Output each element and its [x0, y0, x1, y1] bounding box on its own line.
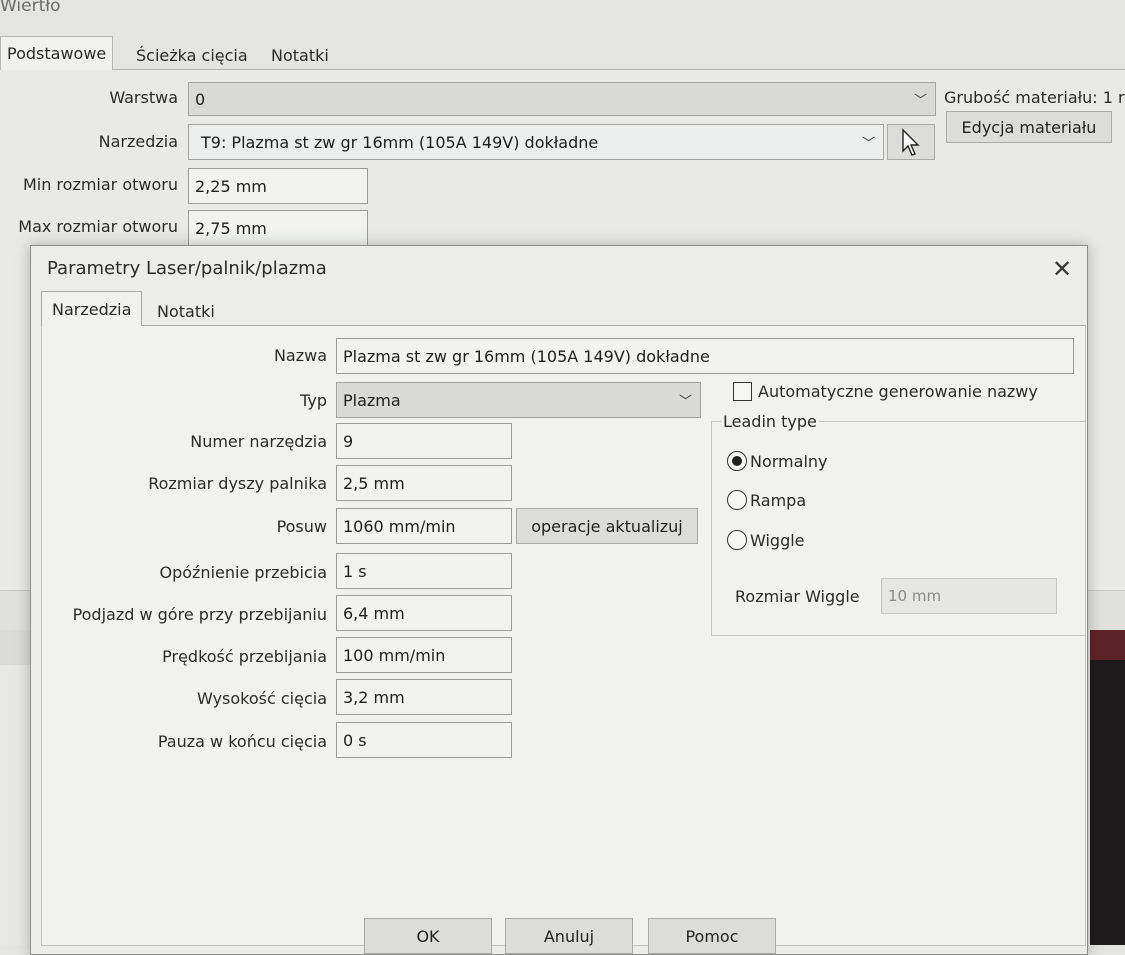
- podjazd-label: Podjazd w góre przy przebijaniu: [72, 605, 327, 624]
- radio-wiggle[interactable]: Wiggle: [727, 530, 805, 550]
- predkosc-input[interactable]: 100 mm/min: [336, 637, 512, 673]
- wysokosc-input[interactable]: 3,2 mm: [336, 679, 512, 715]
- tab-notatki[interactable]: Notatki: [265, 40, 335, 70]
- background-dark-area: [1090, 630, 1125, 945]
- nazwa-label: Nazwa: [273, 346, 327, 365]
- rozmiar-wiggle-input: 10 mm: [881, 578, 1057, 614]
- wysokosc-label: Wysokość cięcia: [197, 689, 327, 708]
- numer-label: Numer narzędzia: [190, 432, 327, 451]
- radio-selected-icon[interactable]: [727, 451, 747, 471]
- nazwa-input[interactable]: Plazma st zw gr 16mm (105A 149V) dokładn…: [336, 338, 1074, 374]
- radio-normalny-label: Normalny: [750, 451, 828, 471]
- pauza-input[interactable]: 0 s: [336, 722, 512, 758]
- radio-rampa-label: Rampa: [750, 490, 807, 510]
- radio-wiggle-label: Wiggle: [750, 530, 805, 550]
- dialog-title: Parametry Laser/palnik/plazma: [47, 258, 327, 279]
- background-dark-red-strip: [1090, 630, 1125, 660]
- radio-rampa[interactable]: Rampa: [727, 490, 806, 510]
- radio-normalny[interactable]: Normalny: [727, 451, 828, 471]
- grubosc-label: Grubość materiału: 1 r: [944, 88, 1125, 107]
- checkbox-box[interactable]: [733, 382, 752, 401]
- dialog-body: [41, 326, 1086, 946]
- posuw-input[interactable]: 1060 mm/min: [336, 508, 512, 544]
- posuw-label: Posuw: [276, 517, 327, 536]
- radio-unselected-icon[interactable]: [727, 490, 747, 510]
- rozmiar-wiggle-label: Rozmiar Wiggle: [735, 587, 860, 606]
- chevron-down-icon: ﹀: [861, 136, 875, 152]
- ok-button[interactable]: OK: [364, 918, 492, 954]
- typ-value: Plazma: [343, 390, 401, 410]
- edycja-materialu-button[interactable]: Edycja materiału: [946, 111, 1112, 143]
- auto-name-checkbox[interactable]: Automatyczne generowanie nazwy: [733, 382, 1038, 401]
- tab-narzedzia[interactable]: Narzedzia: [41, 291, 143, 327]
- numer-input[interactable]: 9: [336, 423, 512, 459]
- predkosc-label: Prędkość przebijania: [162, 647, 327, 666]
- warstwa-label: Warstwa: [109, 88, 178, 107]
- help-button[interactable]: Pomoc: [648, 918, 776, 954]
- close-icon[interactable]: ✕: [1049, 255, 1075, 283]
- auto-name-label: Automatyczne generowanie nazwy: [758, 382, 1038, 401]
- opoznienie-label: Opóźnienie przebicia: [159, 563, 327, 582]
- chevron-down-icon: ﹀: [913, 93, 927, 109]
- podjazd-input[interactable]: 6,4 mm: [336, 595, 512, 631]
- tab-podstawowe[interactable]: Podstawowe: [0, 36, 114, 70]
- warstwa-value: 0: [195, 89, 206, 109]
- tool-browse-button[interactable]: [887, 124, 935, 160]
- narzedzia-label: Narzedzia: [98, 132, 178, 151]
- cancel-button[interactable]: Anuluj: [505, 918, 633, 954]
- mouse-pointer-icon: [902, 128, 920, 156]
- opoznienie-input[interactable]: 1 s: [336, 553, 512, 589]
- operacje-aktualizuj-button[interactable]: operacje aktualizuj: [516, 508, 698, 544]
- tab-sciezka-ciecia[interactable]: Ścieżka cięcia: [130, 40, 254, 70]
- typ-label: Typ: [300, 391, 327, 410]
- warstwa-dropdown[interactable]: 0 ﹀: [188, 82, 936, 116]
- pauza-label: Pauza w końcu cięcia: [157, 732, 327, 751]
- window-title: Wiertło: [0, 0, 61, 16]
- leadin-title: Leadin type: [721, 412, 819, 431]
- parametry-dialog: Parametry Laser/palnik/plazma ✕ Narzedzi…: [30, 245, 1088, 955]
- min-rozmiar-input[interactable]: 2,25 mm: [188, 168, 368, 204]
- narzedzia-dropdown[interactable]: T9: Plazma st zw gr 16mm (105A 149V) dok…: [188, 124, 884, 160]
- narzedzia-value: T9: Plazma st zw gr 16mm (105A 149V) dok…: [201, 132, 599, 152]
- max-rozmiar-label: Max rozmiar otworu: [18, 217, 178, 236]
- tab-dialog-notatki[interactable]: Notatki: [151, 296, 221, 326]
- radio-unselected-icon[interactable]: [727, 530, 747, 550]
- min-rozmiar-label: Min rozmiar otworu: [22, 175, 178, 194]
- dysza-input[interactable]: 2,5 mm: [336, 465, 512, 501]
- typ-dropdown[interactable]: Plazma ﹀: [336, 382, 701, 418]
- max-rozmiar-input[interactable]: 2,75 mm: [188, 210, 368, 246]
- chevron-down-icon: ﹀: [678, 394, 692, 410]
- dysza-label: Rozmiar dyszy palnika: [148, 474, 327, 493]
